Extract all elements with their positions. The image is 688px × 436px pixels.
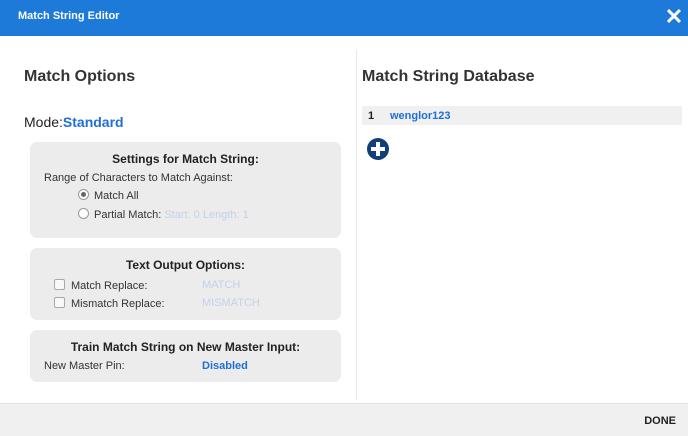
match-replace-label: Match Replace: — [71, 280, 148, 292]
match-replace-value: MATCH — [202, 279, 241, 291]
database-row-value[interactable]: wenglor123 — [390, 110, 451, 122]
database-row-index: 1 — [368, 110, 375, 122]
mode-value-link[interactable]: Standard — [63, 114, 124, 130]
title-bar: Match String Editor ✕ — [0, 0, 688, 36]
database-row: 1 wenglor123 — [362, 106, 682, 125]
settings-card-title: Settings for Match String: — [112, 152, 259, 166]
train-card: Train Match String on New Master Input: … — [30, 330, 341, 382]
range-label: Range of Characters to Match Against: — [44, 172, 233, 184]
new-master-pin-value[interactable]: Disabled — [202, 360, 248, 372]
train-card-title: Train Match String on New Master Input: — [70, 340, 301, 354]
mismatch-replace-label: Mismatch Replace: — [71, 298, 165, 310]
done-button[interactable]: DONE — [644, 415, 676, 427]
mismatch-replace-row[interactable]: Mismatch Replace: — [54, 297, 165, 310]
close-icon[interactable]: ✕ — [664, 6, 684, 28]
match-options-heading: Match Options — [24, 68, 136, 85]
match-string-editor-dialog: Match String Editor ✕ Match Options Mode… — [0, 0, 688, 436]
text-output-card-title: Text Output Options: — [125, 258, 246, 272]
new-master-pin-label: New Master Pin: — [44, 360, 125, 372]
match-replace-checkbox[interactable] — [54, 279, 65, 290]
partial-match-radio[interactable] — [78, 208, 89, 219]
column-divider — [356, 50, 357, 400]
settings-card: Settings for Match String: Range of Char… — [30, 142, 341, 238]
partial-start: Start: 0 — [164, 209, 200, 221]
dialog-title: Match String Editor — [18, 10, 120, 22]
mode-row: Mode:Standard — [24, 114, 124, 130]
partial-match-label: Partial Match: — [94, 209, 162, 221]
match-replace-row[interactable]: Match Replace: — [54, 279, 147, 292]
match-all-label: Match All — [94, 190, 139, 202]
match-all-radio[interactable] — [78, 189, 89, 200]
match-string-database-heading: Match String Database — [362, 68, 535, 85]
text-output-card: Text Output Options: Match Replace: MATC… — [30, 248, 341, 320]
add-match-string-icon[interactable] — [367, 138, 389, 160]
partial-match-option[interactable]: Partial Match: Start: 0 Length: 1 — [78, 208, 249, 221]
dialog-footer: DONE — [0, 403, 688, 436]
partial-length: Length: 1 — [202, 209, 249, 221]
mismatch-replace-value: MISMATCH — [202, 297, 260, 309]
mode-label: Mode: — [24, 114, 63, 130]
match-all-option[interactable]: Match All — [78, 189, 139, 202]
mismatch-replace-checkbox[interactable] — [54, 297, 65, 308]
